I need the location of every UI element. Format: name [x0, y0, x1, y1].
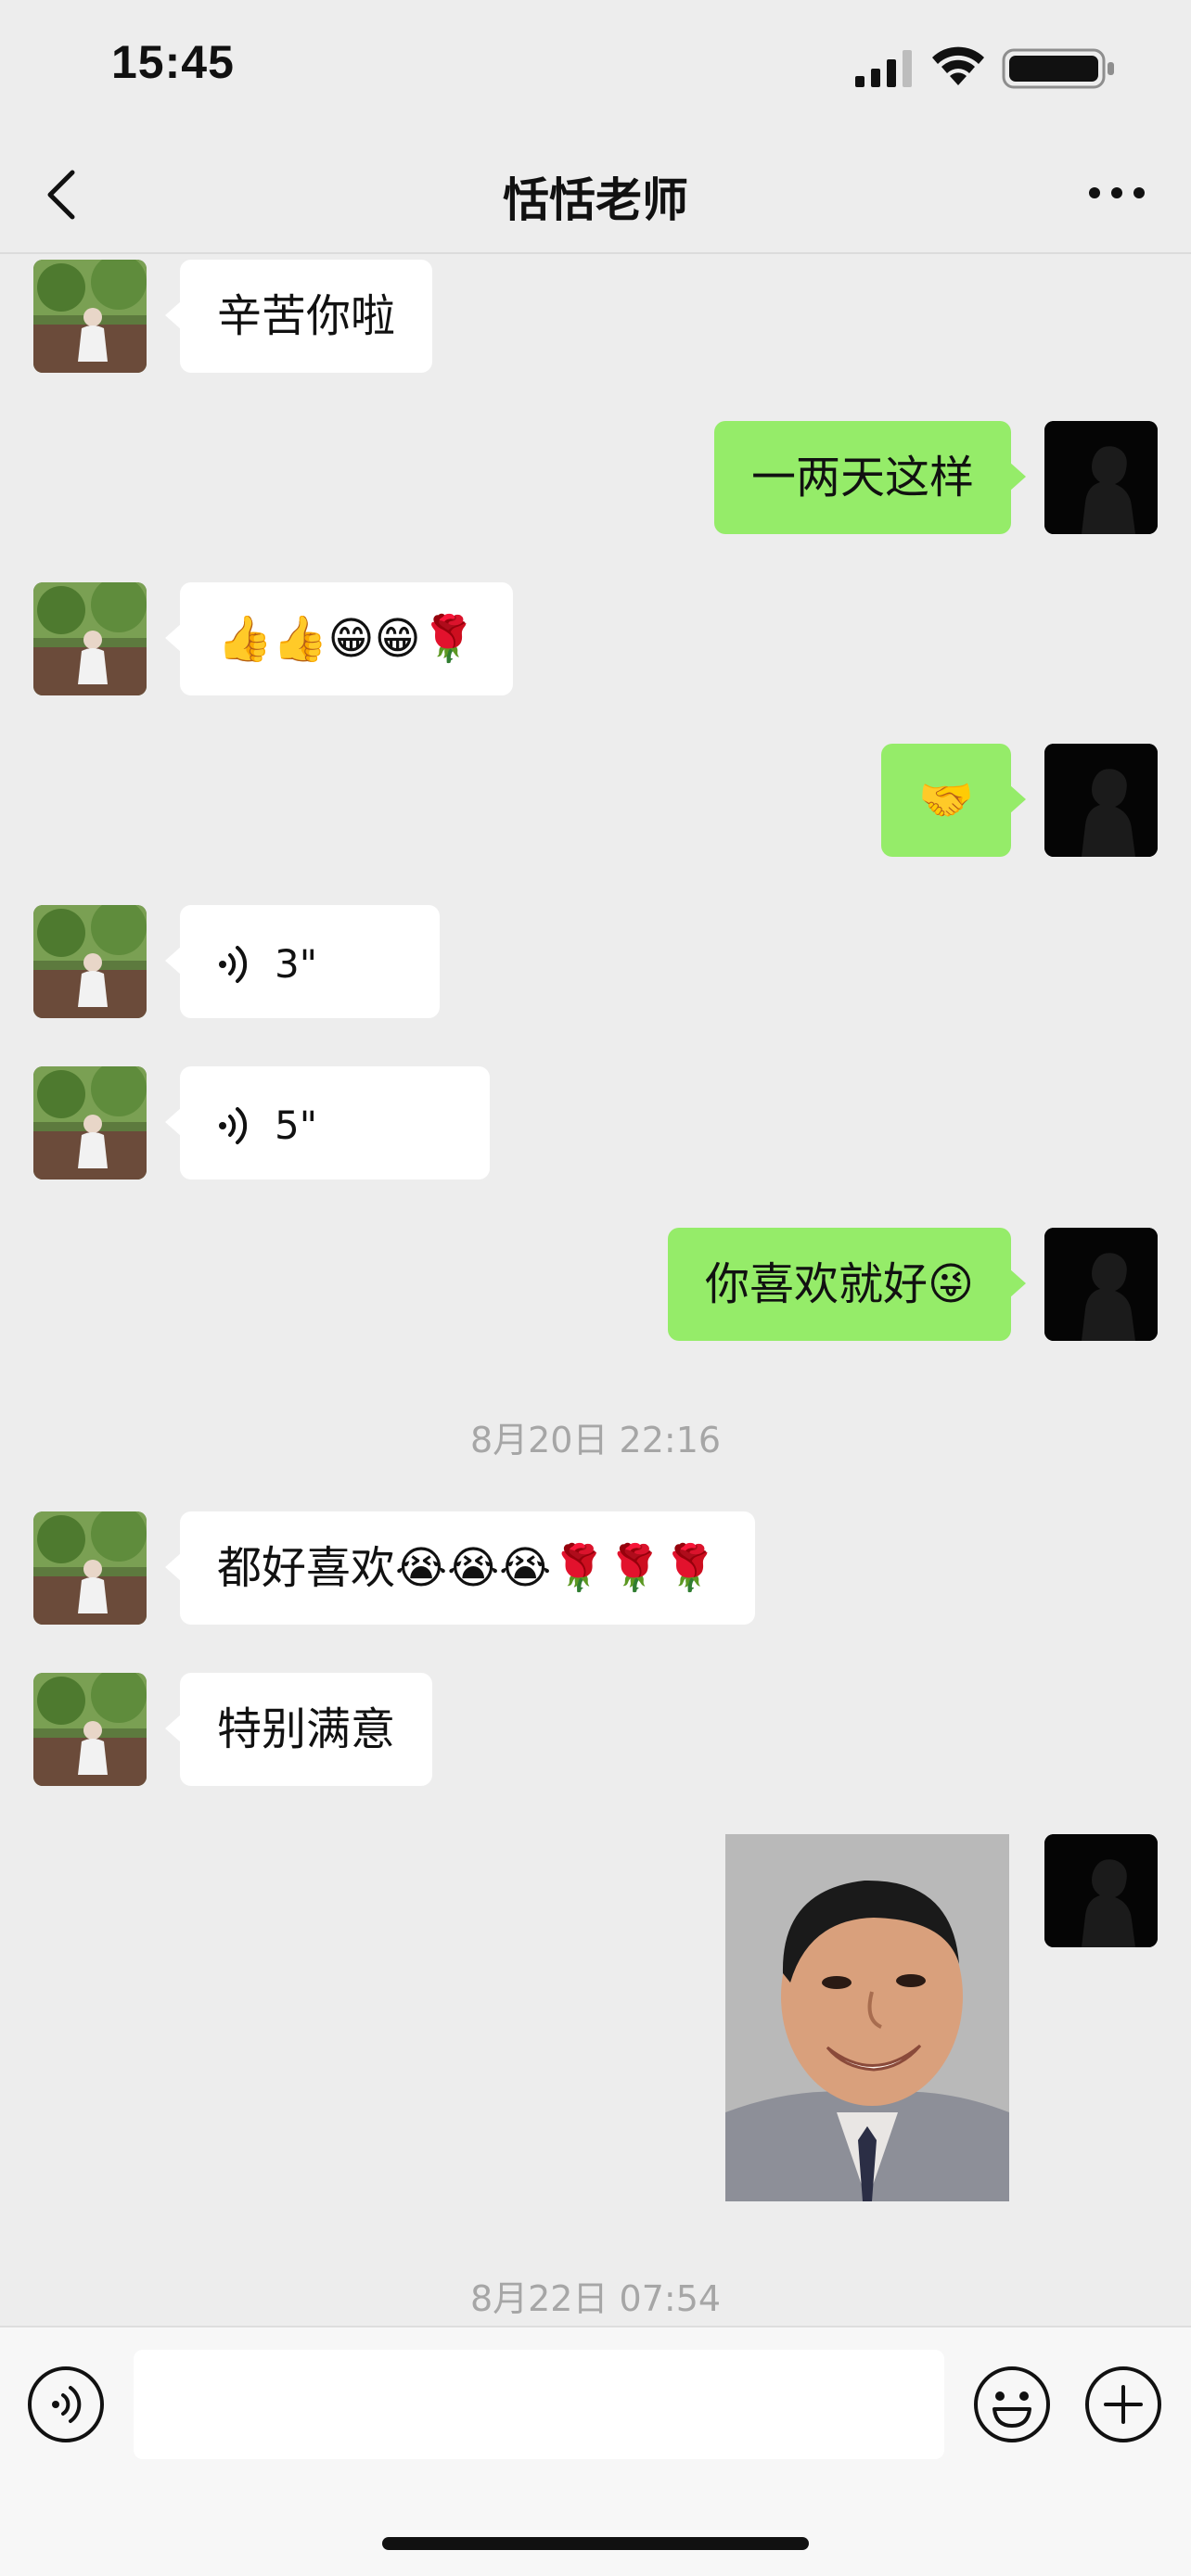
contact-avatar[interactable]	[33, 1511, 147, 1625]
voice-duration: 3"	[275, 941, 318, 987]
incoming-message-bubble[interactable]: 辛苦你啦	[164, 260, 433, 373]
voice-duration: 5"	[275, 1103, 318, 1148]
voice-wave-icon	[219, 946, 248, 983]
my-avatar-image	[1044, 1228, 1158, 1341]
my-avatar-image	[1044, 421, 1158, 534]
my-avatar[interactable]	[1044, 744, 1158, 857]
contact-avatar-image	[33, 905, 147, 1018]
contact-avatar[interactable]	[33, 1066, 147, 1180]
contact-avatar[interactable]	[33, 260, 147, 373]
contact-avatar[interactable]	[33, 1673, 147, 1786]
status-time: 15:45	[111, 36, 235, 88]
status-bar: 15:45	[0, 0, 1191, 139]
incoming-message-bubble[interactable]: 👍👍😁😁🌹	[164, 582, 514, 695]
nav-bar: 恬恬老师	[0, 139, 1191, 254]
battery-icon	[1002, 48, 1114, 89]
voice-wave-icon	[219, 1107, 248, 1144]
outgoing-message-bubble[interactable]: 一两天这样	[713, 421, 1027, 534]
sticker-message[interactable]	[725, 1834, 1009, 2201]
voice-input-icon[interactable]	[26, 2365, 106, 2444]
contact-avatar-image	[33, 1511, 147, 1625]
voice-message-bubble[interactable]: 5"	[165, 1066, 490, 1180]
incoming-message-bubble[interactable]: 特别满意	[164, 1673, 433, 1786]
outgoing-message-bubble[interactable]: 🤝	[881, 744, 1026, 857]
my-avatar[interactable]	[1044, 1228, 1158, 1341]
contact-avatar-image	[33, 260, 147, 373]
chat-title: 恬恬老师	[503, 173, 688, 227]
wifi-icon	[932, 46, 984, 85]
contact-avatar[interactable]	[33, 905, 147, 1018]
my-avatar[interactable]	[1044, 421, 1158, 534]
emoji-icon[interactable]	[972, 2365, 1052, 2444]
my-avatar[interactable]	[1044, 1834, 1158, 1947]
incoming-message-bubble[interactable]: 都好喜欢😭😭😭🌹🌹🌹	[165, 1511, 755, 1625]
home-indicator[interactable]	[382, 2537, 809, 2550]
contact-avatar[interactable]	[33, 582, 147, 695]
smiling-man-sticker-image	[725, 1834, 1009, 2201]
outgoing-message-bubble[interactable]: 你喜欢就好😜	[667, 1228, 1027, 1341]
my-avatar-image	[1044, 1834, 1158, 1947]
more-icon[interactable]	[1085, 176, 1148, 210]
chat-area[interactable]: 辛苦你啦 一两天这样 👍👍😁😁🌹 🤝 3" 5" 你喜欢就好😜 8月20日 22…	[0, 256, 1191, 2326]
contact-avatar-image	[33, 582, 147, 695]
message-input[interactable]	[134, 2350, 944, 2459]
contact-avatar-image	[33, 1673, 147, 1786]
timestamp-divider: 8月22日 07:54	[469, 2278, 722, 2319]
my-avatar-image	[1044, 744, 1158, 857]
contact-avatar-image	[33, 1066, 147, 1180]
status-icons	[839, 45, 1117, 91]
timestamp-divider: 8月20日 22:16	[469, 1420, 722, 1460]
signal-icon	[855, 50, 912, 87]
voice-message-bubble[interactable]: 3"	[165, 905, 440, 1018]
plus-icon[interactable]	[1083, 2365, 1163, 2444]
